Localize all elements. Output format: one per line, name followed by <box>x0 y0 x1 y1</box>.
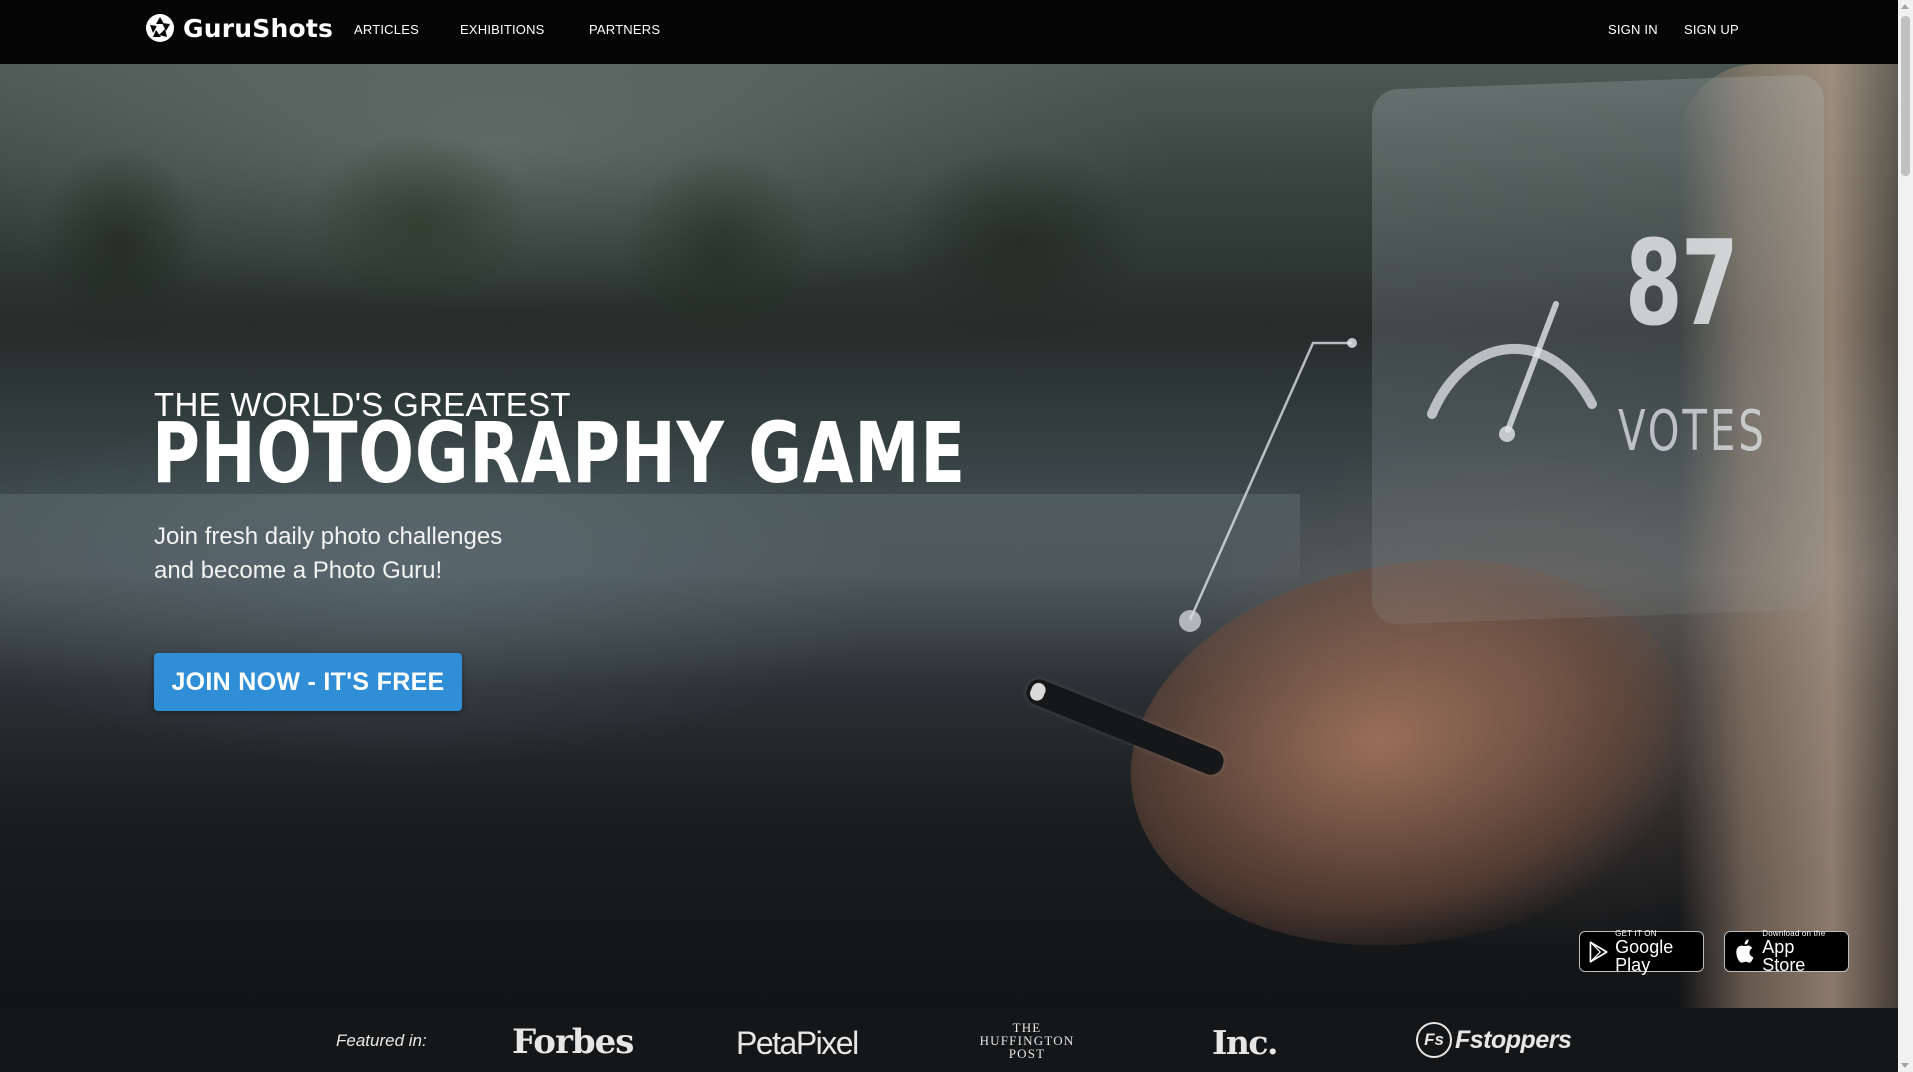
top-navbar: GuruShots ARTICLES EXHIBITIONS PARTNERS … <box>0 0 1898 64</box>
scrollbar-thumb[interactable] <box>1901 16 1910 176</box>
google-play-big-text: Google Play <box>1615 936 1674 975</box>
votes-hologram-panel <box>1372 74 1824 625</box>
featured-in-bar: Featured in: Forbes PetaPixel THE HUFFIN… <box>0 1008 1898 1072</box>
brand-name: GuruShots <box>183 13 334 43</box>
brand-logo-link[interactable]: GuruShots <box>145 13 333 43</box>
votes-label: VOTES <box>1618 399 1767 464</box>
hero-description-line: and become a Photo Guru! <box>154 557 443 584</box>
aperture-logo-icon <box>146 14 174 42</box>
inc-logo: Inc. <box>1212 1023 1279 1062</box>
hero-description: Join fresh daily photo challenges and be… <box>154 520 574 588</box>
app-store-badge[interactable]: Download on the App Store <box>1724 929 1849 975</box>
hero-title: PHOTOGRAPHY GAME <box>152 404 966 502</box>
forbes-logo: Forbes <box>512 1022 634 1062</box>
app-store-big-text: App Store <box>1762 936 1806 975</box>
sign-up-link[interactable]: SIGN UP <box>1684 22 1739 37</box>
petapixel-logo: PetaPixel <box>736 1025 859 1061</box>
huffington-post-logo: THE HUFFINGTON POST <box>972 1021 1082 1060</box>
featured-in-label: Featured in: <box>336 1031 427 1050</box>
fstoppers-logo: Fs Fstoppers <box>1416 1022 1572 1058</box>
fstoppers-wordmark: Fstoppers <box>1455 1025 1572 1054</box>
google-play-badge[interactable]: GET IT ON Google Play <box>1579 929 1704 975</box>
votes-count: 87 <box>1625 214 1739 352</box>
huffington-logo-line: POST <box>1008 1046 1046 1061</box>
hero-description-line: Join fresh daily photo challenges <box>154 523 503 550</box>
app-store-text: Download on the App Store <box>1762 929 1840 975</box>
sign-in-link[interactable]: SIGN IN <box>1608 22 1658 37</box>
nav-link-exhibitions[interactable]: EXHIBITIONS <box>460 22 545 37</box>
google-play-text: GET IT ON Google Play <box>1615 929 1695 975</box>
page-scrollbar[interactable] <box>1898 0 1913 1072</box>
hero-background-trees <box>0 124 1400 384</box>
fstoppers-mark-icon: Fs <box>1416 1022 1452 1058</box>
scroll-up-arrow-icon[interactable] <box>1901 4 1909 9</box>
nav-link-articles[interactable]: ARTICLES <box>354 22 419 37</box>
google-play-icon <box>1589 940 1608 963</box>
hero-section: 87 VOTES THE WORLD'S GREATEST PHOTOGRAPH… <box>0 64 1898 1008</box>
scroll-down-arrow-icon[interactable] <box>1901 1063 1909 1068</box>
nav-link-partners[interactable]: PARTNERS <box>589 22 660 37</box>
apple-icon <box>1736 938 1754 963</box>
join-now-button[interactable]: JOIN NOW - IT'S FREE <box>154 653 462 711</box>
